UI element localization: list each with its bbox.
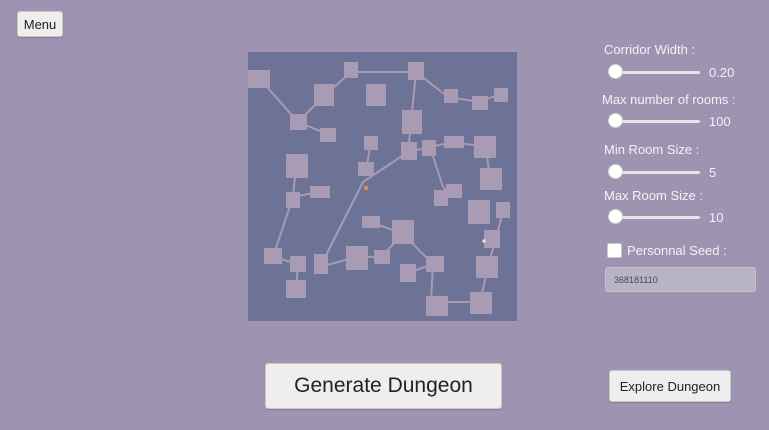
personal-seed-checkbox[interactable] xyxy=(607,243,622,258)
dungeon-map xyxy=(248,52,517,321)
max-rooms-value: 100 xyxy=(709,114,731,129)
room xyxy=(408,62,424,80)
room xyxy=(446,184,462,198)
room xyxy=(286,154,308,178)
generate-dungeon-button[interactable]: Generate Dungeon xyxy=(265,363,502,409)
room xyxy=(494,88,508,102)
room xyxy=(314,84,334,106)
max-room-size-slider[interactable] xyxy=(608,209,700,224)
room xyxy=(366,84,386,106)
room xyxy=(286,192,300,208)
room xyxy=(401,142,417,160)
corridor-width-value: 0.20 xyxy=(709,65,735,80)
max-rooms-slider[interactable] xyxy=(608,113,700,128)
room xyxy=(468,200,490,224)
room xyxy=(344,62,358,78)
room xyxy=(422,140,436,156)
room xyxy=(434,190,448,206)
max-room-size-label: Max Room Size : xyxy=(604,188,703,203)
corridor-width-slider[interactable] xyxy=(608,64,700,79)
room xyxy=(358,162,374,176)
room xyxy=(472,96,488,110)
room xyxy=(290,256,306,272)
min-room-size-slider[interactable] xyxy=(608,164,700,179)
room xyxy=(362,216,380,228)
room xyxy=(426,256,444,272)
room xyxy=(364,136,378,150)
room xyxy=(400,264,416,282)
room xyxy=(474,136,496,158)
room xyxy=(426,296,448,316)
player-marker xyxy=(363,185,369,191)
personal-seed-label: Personnal Seed : xyxy=(627,243,727,258)
room xyxy=(444,89,458,103)
seed-input[interactable]: 368181110 xyxy=(605,267,756,292)
room xyxy=(470,292,492,314)
room xyxy=(402,110,422,134)
slider-handle[interactable] xyxy=(608,113,623,128)
room xyxy=(392,220,414,244)
room xyxy=(496,202,510,218)
room xyxy=(444,136,464,148)
slider-handle[interactable] xyxy=(608,209,623,224)
menu-button[interactable]: Menu xyxy=(17,11,63,37)
corridor-width-label: Corridor Width : xyxy=(604,42,696,57)
room xyxy=(286,280,306,298)
room xyxy=(290,114,307,130)
room xyxy=(248,70,270,88)
min-room-size-value: 5 xyxy=(709,165,717,180)
max-rooms-label: Max number of rooms : xyxy=(602,92,736,107)
explore-dungeon-button[interactable]: Explore Dungeon xyxy=(609,370,731,402)
room xyxy=(480,168,502,190)
min-room-size-label: Min Room Size : xyxy=(604,142,700,157)
room xyxy=(484,230,500,248)
room xyxy=(264,248,282,264)
max-room-size-value: 10 xyxy=(709,210,724,225)
room xyxy=(314,254,328,274)
room xyxy=(374,250,390,264)
exit-marker xyxy=(482,239,486,243)
room xyxy=(346,246,368,270)
room xyxy=(310,186,330,198)
slider-handle[interactable] xyxy=(608,64,623,79)
slider-handle[interactable] xyxy=(608,164,623,179)
room xyxy=(476,256,498,278)
room xyxy=(320,128,336,142)
